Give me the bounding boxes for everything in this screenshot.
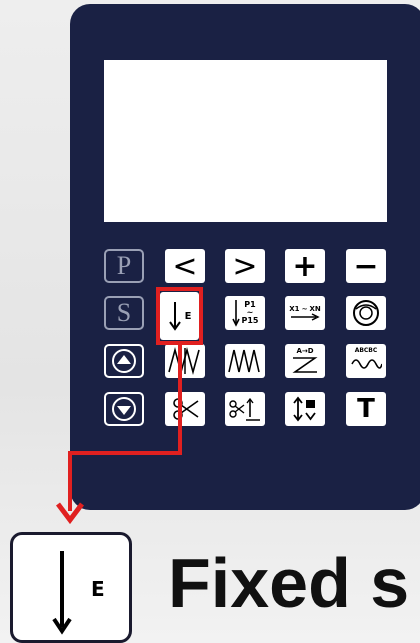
zigzag-stitch-icon	[168, 346, 200, 376]
rotation-icon	[353, 300, 379, 326]
multi-zigzag-key[interactable]	[225, 344, 265, 378]
multi-zigzag-icon	[228, 349, 260, 373]
next-key[interactable]: >	[225, 249, 265, 283]
t-key[interactable]: T	[346, 392, 386, 426]
az-label: A→D	[296, 346, 314, 355]
zoomed-end-point-key: E	[10, 532, 132, 643]
next-key-label: >	[232, 249, 258, 283]
minus-key[interactable]: −	[346, 249, 386, 283]
p-key-label: P	[116, 251, 132, 280]
up-key[interactable]	[104, 344, 144, 378]
thread-tension-key[interactable]	[285, 392, 325, 426]
trim-key[interactable]	[225, 392, 265, 426]
s-key-label: S	[116, 298, 132, 327]
minus-key-label: −	[353, 249, 379, 283]
s-key[interactable]: S	[104, 296, 144, 330]
caption-text: Fixed s	[168, 544, 410, 622]
right-arrow-icon	[291, 312, 320, 321]
sequence-key[interactable]: A→D	[285, 344, 325, 378]
xn-label: XN	[309, 304, 321, 313]
x1-label: X1	[289, 304, 300, 313]
zigzag-arrow-icon	[292, 356, 318, 373]
t-key-label: T	[357, 394, 375, 424]
wave-stitch-icon	[351, 359, 382, 369]
prev-key-label: <	[172, 249, 198, 283]
up-arrow-icon	[112, 349, 136, 373]
pointer-line	[178, 345, 182, 455]
down-arrow-icon	[231, 300, 240, 327]
range-key[interactable]: X1 ~ XN	[285, 296, 325, 330]
highlight-box	[156, 287, 203, 345]
plus-key-label: +	[292, 249, 318, 283]
zoom-key-letter: E	[91, 577, 105, 601]
pointer-line	[68, 451, 182, 455]
pointer-arrowhead-icon	[56, 502, 84, 525]
abcbc-key[interactable]: ABCBC	[346, 344, 386, 378]
rotation-key[interactable]	[346, 296, 386, 330]
p-key[interactable]: P	[104, 249, 144, 283]
plus-key[interactable]: +	[285, 249, 325, 283]
thread-cut-key[interactable]	[165, 392, 205, 426]
down-arrow-icon	[112, 397, 136, 421]
prev-key[interactable]: <	[165, 249, 205, 283]
down-key[interactable]	[104, 392, 144, 426]
lcd-screen	[104, 60, 387, 222]
scissors-icon	[173, 398, 199, 420]
scissors-trim-icon	[229, 397, 260, 421]
pattern-select-key[interactable]: P1 ~ P15	[225, 296, 265, 330]
zigzag-stitch-key[interactable]	[165, 344, 205, 378]
p15-label: P15	[241, 316, 259, 325]
up-down-arrows-icon	[293, 396, 316, 422]
down-arrow-icon	[52, 551, 72, 635]
